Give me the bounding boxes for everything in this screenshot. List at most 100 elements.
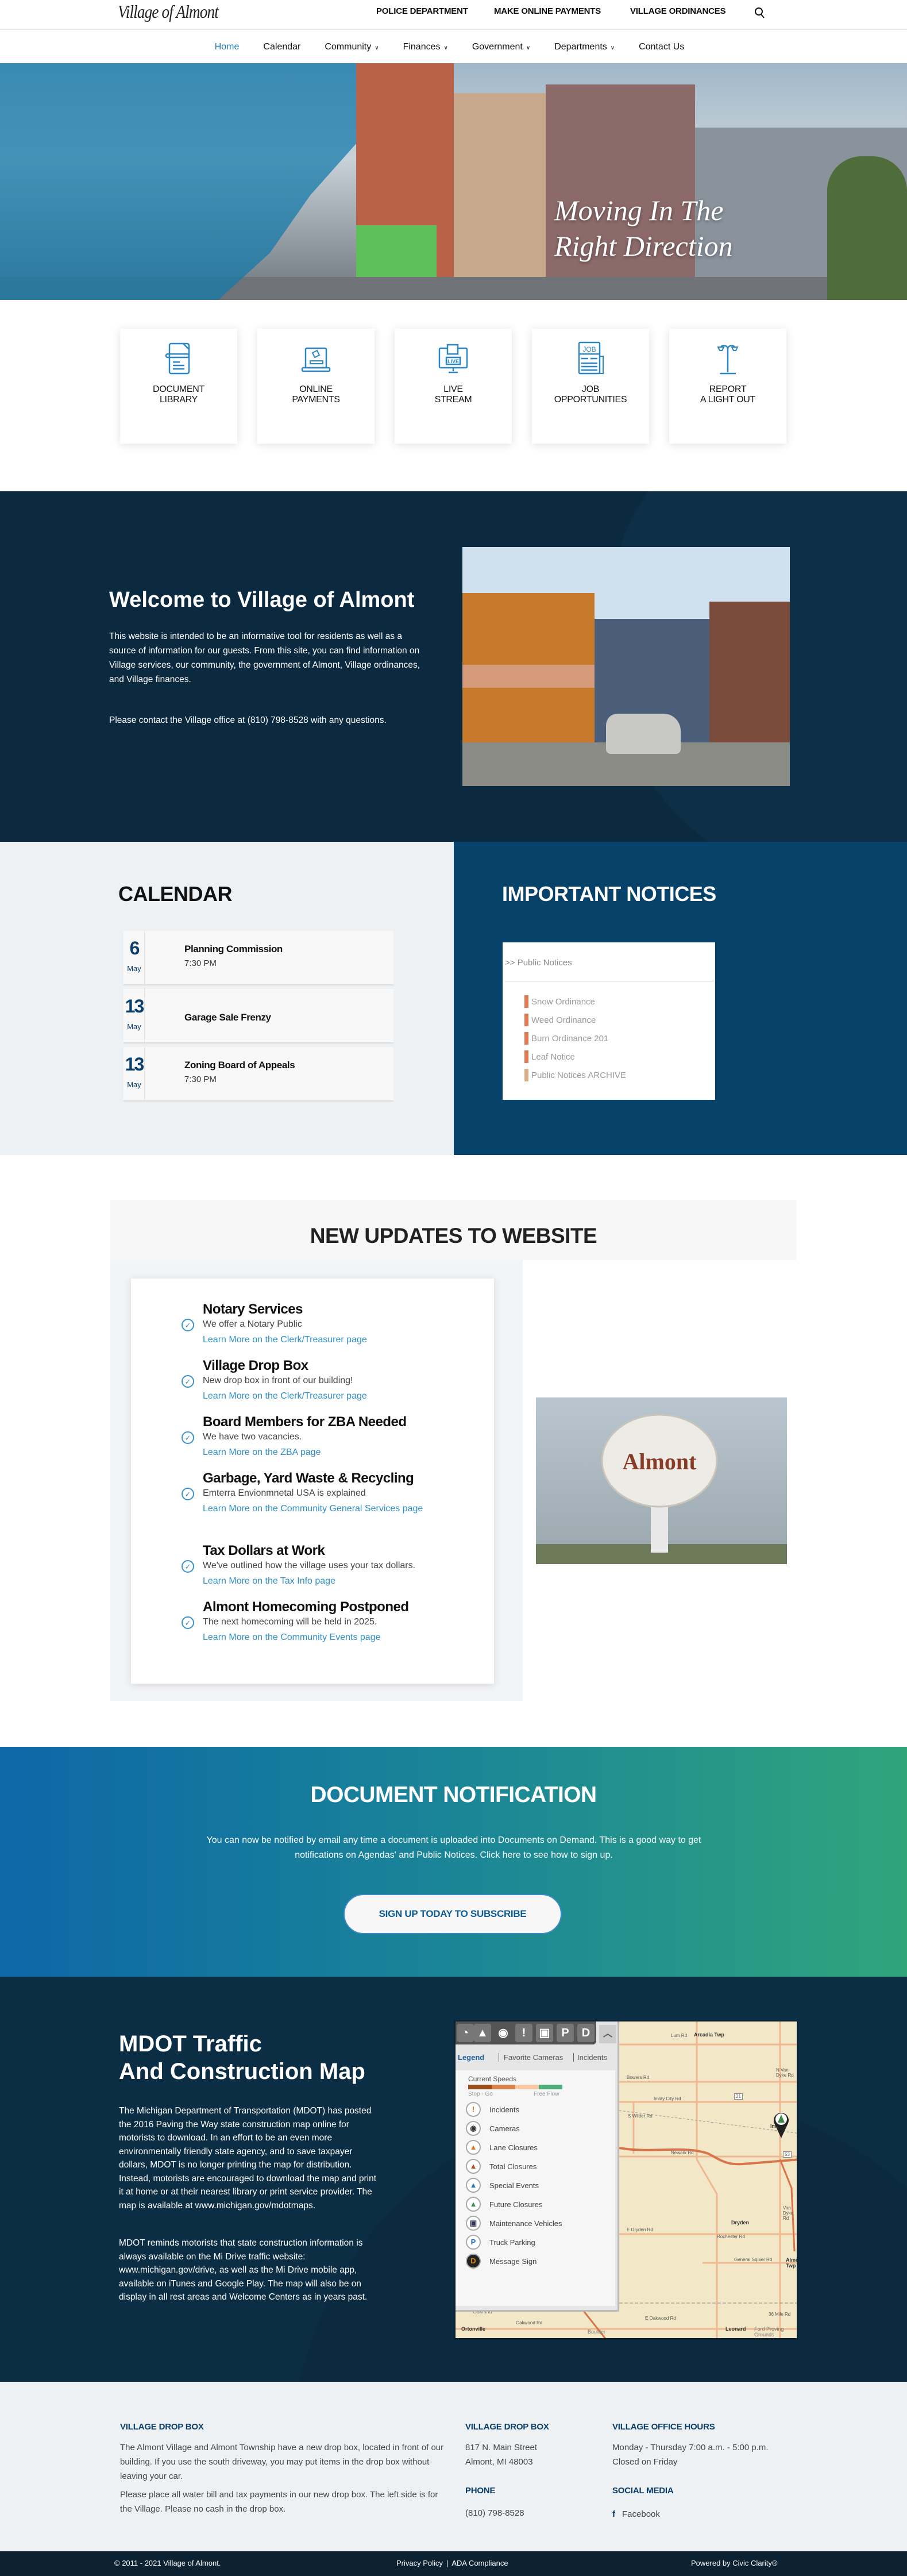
notice-link[interactable]: Leaf Notice: [524, 1050, 575, 1063]
speed-gauge-icon[interactable]: ◔: [457, 2024, 474, 2042]
legend-label: Lane Closures: [489, 2143, 538, 2152]
nav-government[interactable]: Government ∨: [472, 42, 530, 52]
mdot-title: MDOT Traffic And Construction Map: [119, 2030, 365, 2085]
quick-link-payments[interactable]: ONLINE PAYMENTS: [257, 329, 375, 444]
quick-link-library[interactable]: DOCUMENT LIBRARY: [120, 329, 237, 444]
footer-bottom-bar: © 2011 - 2021 Village of Almont. Privacy…: [0, 2551, 907, 2576]
maintenance-vehicle-icon[interactable]: ▣: [536, 2024, 553, 2042]
camera-icon[interactable]: ◉: [495, 2024, 512, 2042]
footer: VILLAGE DROP BOX The Almont Village and …: [0, 2382, 907, 2551]
quick-link-opportunities[interactable]: JOB JOB OPPORTUNITIES: [532, 329, 649, 444]
update-learn-more-link[interactable]: Learn More on the Community Events page: [203, 1630, 444, 1645]
notice-link[interactable]: Public Notices ARCHIVE: [524, 1069, 626, 1081]
footer-dropbox-title: VILLAGE DROP BOX: [120, 2422, 204, 2432]
update-learn-more-link[interactable]: Learn More on the ZBA page: [203, 1445, 444, 1460]
event-title[interactable]: Planning Commission: [184, 944, 283, 955]
calendar-event[interactable]: 13 May Garage Sale Frenzy: [123, 989, 393, 1044]
quick-link-label: JOB OPPORTUNITIES: [532, 384, 649, 405]
tab-favorite-cameras[interactable]: Favorite Cameras: [499, 2053, 563, 2062]
hero-overlay: [0, 63, 356, 300]
svg-text:JOB: JOB: [582, 345, 596, 353]
powered-by-link[interactable]: Powered by Civic Clarity®: [691, 2559, 777, 2567]
notice-link[interactable]: Weed Ordinance: [524, 1014, 596, 1026]
calendar-title: CALENDAR: [118, 882, 233, 906]
footer-hours-line1: Monday - Thursday 7:00 a.m. - 5:00 p.m.: [612, 2443, 769, 2452]
legend-maintenance-vehicles-icon: ▣: [466, 2216, 481, 2231]
map-road-label: Bowers Rd: [627, 2075, 650, 2080]
ada-compliance-link[interactable]: ADA Compliance: [451, 2559, 508, 2567]
footer-phone[interactable]: (810) 798-8528: [465, 2506, 524, 2520]
nav-departments[interactable]: Departments ∨: [554, 42, 615, 52]
check-circle-icon: ✓: [182, 1431, 194, 1444]
facebook-link[interactable]: f Facebook: [612, 2507, 660, 2521]
police-department-link[interactable]: POLICE DEPARTMENT: [376, 6, 468, 16]
welcome-text: This website is intended to be an inform…: [109, 632, 420, 684]
map-place-label: Leonard: [725, 2326, 746, 2332]
map-place-label: Arcadia Twp: [694, 2032, 724, 2038]
legend-label: Cameras: [489, 2124, 520, 2133]
legend-label: Future Closures: [489, 2200, 543, 2209]
cone-icon[interactable]: ▲: [474, 2024, 491, 2042]
online-payments-link[interactable]: MAKE ONLINE PAYMENTS: [494, 6, 601, 16]
search-icon[interactable]: [754, 7, 766, 20]
privacy-policy-link[interactable]: Privacy Policy: [396, 2559, 443, 2567]
notices-title: IMPORTANT NOTICES: [502, 882, 716, 906]
label-line: A LIGHT OUT: [700, 395, 755, 405]
quick-link-label: DOCUMENT LIBRARY: [120, 384, 237, 405]
update-learn-more-link[interactable]: Learn More on the Clerk/Treasurer page: [203, 1389, 444, 1403]
notice-link[interactable]: Snow Ordinance: [524, 995, 595, 1008]
update-learn-more-link[interactable]: Learn More on the Community General Serv…: [203, 1501, 444, 1516]
doc-notification-text[interactable]: You can now be notified by email any tim…: [195, 1833, 712, 1863]
event-title[interactable]: Zoning Board of Appeals: [184, 1060, 295, 1071]
pdf-file-icon: [524, 1069, 528, 1081]
map-road-label: S Wilder Rd: [628, 2113, 653, 2119]
map-marker-icon[interactable]: [773, 2111, 790, 2139]
map-place-label: Dryden: [731, 2220, 750, 2225]
notice-label: Weed Ordinance: [531, 1015, 596, 1025]
legend-label: Special Events: [489, 2181, 539, 2190]
nav-calendar[interactable]: Calendar: [263, 42, 300, 52]
nav-contact-us[interactable]: Contact Us: [639, 42, 684, 52]
nav-home[interactable]: Home: [215, 42, 240, 52]
legend-cameras-icon: ◉: [466, 2121, 481, 2136]
notice-link[interactable]: Burn Ordinance 201: [524, 1032, 608, 1045]
quick-link-stream[interactable]: LIVE LIVE STREAM: [395, 329, 512, 444]
update-learn-more-link[interactable]: Learn More on the Clerk/Treasurer page: [203, 1333, 444, 1347]
calendar-event[interactable]: 13 May Zoning Board of Appeals 7:30 PM: [123, 1047, 393, 1102]
traffic-map[interactable]: Arcadia TwpImlayDrydenAlmont TwpLeonardO…: [454, 2020, 798, 2340]
chevron-down-icon: ∨: [375, 45, 379, 51]
check-circle-icon: ✓: [182, 1616, 194, 1629]
chevron-down-icon: ∨: [610, 45, 615, 51]
footer-social-title: SOCIAL MEDIA: [612, 2486, 674, 2496]
quick-link-a-light-out[interactable]: REPORT A LIGHT OUT: [669, 329, 786, 444]
legend-special-events-icon: ▲: [466, 2178, 481, 2193]
hero-line: Moving In The: [554, 194, 724, 226]
newspaper-job-icon: JOB: [578, 341, 604, 375]
tab-incidents[interactable]: Incidents: [573, 2053, 607, 2062]
update-learn-more-link[interactable]: Learn More on the Tax Info page: [203, 1574, 444, 1588]
truck-parking-icon[interactable]: P: [557, 2024, 574, 2042]
nav-community[interactable]: Community ∨: [325, 42, 379, 52]
event-title[interactable]: Garage Sale Frenzy: [184, 1012, 271, 1023]
calendar-event[interactable]: 6 May Planning Commission 7:30 PM: [123, 931, 393, 985]
map-road-label: E Dryden Rd: [627, 2227, 653, 2232]
hero-line: Right Direction: [554, 230, 733, 262]
update-description: New drop box in front of our building!: [203, 1376, 353, 1385]
nav-finances[interactable]: Finances ∨: [403, 42, 448, 52]
subscribe-button[interactable]: SIGN UP TODAY TO SUBSCRIBE: [343, 1894, 562, 1934]
mdot-text: The Michigan Department of Transportatio…: [119, 2106, 377, 2211]
map-road-label: 36 Mile Rd: [769, 2312, 791, 2317]
notices-breadcrumb[interactable]: >> Public Notices: [505, 958, 572, 968]
pdf-file-icon: [524, 995, 528, 1008]
village-ordinances-link[interactable]: VILLAGE ORDINANCES: [630, 6, 726, 16]
map-toolbar: ◔ ▲ ◉ ! ▣ P D: [456, 2021, 596, 2044]
tab-legend[interactable]: Legend: [458, 2053, 484, 2062]
collapse-chevron-up-icon[interactable]: ︿: [599, 2025, 616, 2043]
site-logo[interactable]: Village of Almont: [118, 1, 219, 22]
notice-label: Leaf Notice: [531, 1052, 575, 1062]
photo-van: [606, 714, 681, 754]
message-sign-icon[interactable]: D: [577, 2024, 595, 2042]
event-month: May: [127, 1022, 141, 1031]
footer-address-title: VILLAGE DROP BOX: [465, 2422, 549, 2432]
incident-icon[interactable]: !: [515, 2024, 532, 2042]
